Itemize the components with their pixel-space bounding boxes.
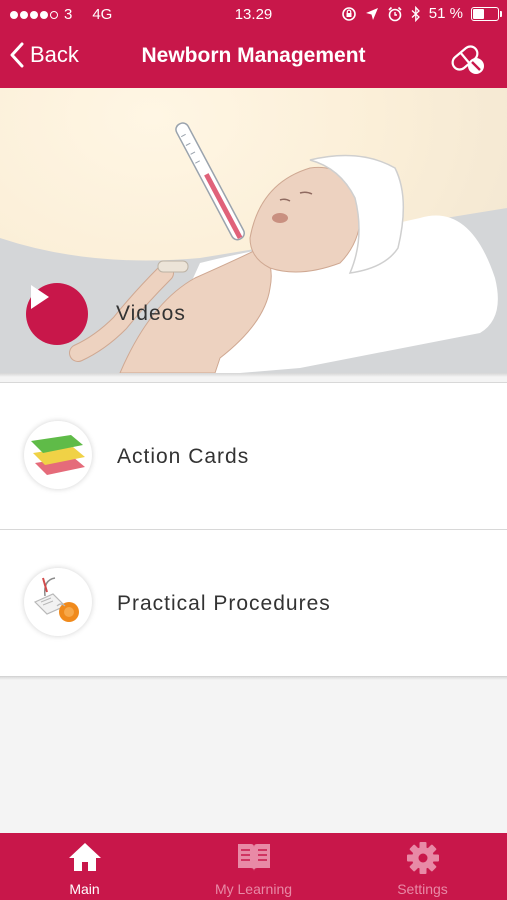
alarm-icon [388, 6, 402, 21]
header: 3 4G 13.29 51 % Back Newborn Management [0, 0, 507, 88]
tab-main[interactable]: Main [0, 833, 169, 900]
divider [0, 373, 507, 377]
cards-stack-icon [24, 421, 92, 489]
tab-label: My Learning [214, 881, 293, 897]
procedure-device-icon [24, 568, 92, 636]
videos-row[interactable]: Videos [26, 283, 186, 345]
location-arrow-icon [365, 7, 378, 20]
menu-item-action-cards[interactable]: Action Cards [0, 382, 507, 530]
tab-label: Main [69, 881, 100, 897]
book-icon [237, 844, 270, 871]
pill-toggle-icon[interactable] [449, 40, 487, 78]
play-button[interactable] [26, 283, 88, 345]
battery-icon [471, 6, 502, 21]
gear-icon [406, 842, 439, 874]
page-title: Newborn Management [141, 44, 366, 67]
tab-label: Settings [397, 881, 448, 897]
status-bar: 3 4G 13.29 51 % [0, 0, 507, 30]
bluetooth-icon [411, 5, 420, 22]
videos-banner[interactable]: Videos [0, 88, 507, 373]
tab-my-learning[interactable]: My Learning [169, 833, 338, 900]
menu-item-label: Practical Procedures [117, 592, 331, 615]
play-icon [31, 285, 49, 309]
battery-fill [473, 8, 484, 19]
nav-bar: Back Newborn Management [0, 30, 507, 88]
home-icon [68, 843, 101, 871]
menu-item-practical-procedures[interactable]: Practical Procedures [0, 529, 507, 677]
menu-item-label: Action Cards [117, 445, 250, 468]
rotation-lock-icon [341, 6, 356, 21]
videos-label: Videos [116, 302, 186, 325]
tab-bar: Main My Learning Settings [0, 833, 507, 900]
divider [0, 676, 507, 680]
battery-percent: 51 % [428, 5, 463, 22]
tab-settings[interactable]: Settings [338, 833, 507, 900]
